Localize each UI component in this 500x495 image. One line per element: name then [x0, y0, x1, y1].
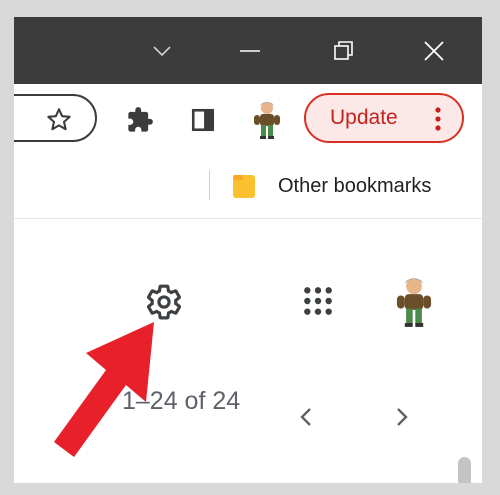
restore-button[interactable]: [314, 17, 374, 84]
close-icon: [424, 40, 444, 61]
apps-button[interactable]: [301, 284, 335, 318]
restore-icon: [334, 40, 353, 60]
bookmarks-divider: [209, 170, 210, 200]
settings-gear-icon: [146, 284, 182, 320]
previous-page-button[interactable]: [294, 405, 318, 429]
next-page-button[interactable]: [390, 405, 414, 429]
folder-icon: [233, 175, 255, 198]
minimize-button[interactable]: [220, 17, 280, 84]
extensions-puzzle-icon: [128, 107, 153, 132]
update-button[interactable]: Update: [304, 93, 464, 143]
minimize-icon: [240, 49, 260, 52]
star-icon: [47, 108, 71, 131]
browser-toolbar: Update: [14, 84, 482, 154]
annotation-arrow: [54, 322, 154, 457]
side-panel-button[interactable]: [188, 105, 218, 135]
scrollbar-thumb[interactable]: [458, 457, 471, 483]
chevron-right-icon: [397, 408, 408, 426]
account-avatar-icon: [396, 278, 432, 327]
title-bar: [14, 17, 482, 84]
update-label: Update: [330, 106, 398, 129]
account-button[interactable]: [392, 271, 436, 333]
close-button[interactable]: [404, 17, 464, 84]
chevron-down-icon: [153, 45, 171, 56]
bookmark-star-button[interactable]: [44, 105, 74, 135]
other-bookmarks-label[interactable]: Other bookmarks: [278, 175, 431, 198]
bookmarks-bar: Other bookmarks: [14, 154, 482, 219]
other-bookmarks-folder[interactable]: [230, 171, 258, 201]
profile-button[interactable]: [250, 99, 284, 141]
settings-button[interactable]: [144, 282, 184, 322]
side-panel-icon: [191, 108, 215, 132]
chevron-left-icon: [300, 408, 311, 426]
browser-window: Update Other bookmarks 1–24 of 24: [14, 17, 482, 483]
extensions-button[interactable]: [125, 105, 155, 135]
apps-grid-icon: [304, 287, 332, 315]
tab-search-button[interactable]: [132, 17, 192, 84]
more-menu-icon[interactable]: [434, 107, 442, 131]
profile-avatar-icon: [254, 102, 280, 139]
